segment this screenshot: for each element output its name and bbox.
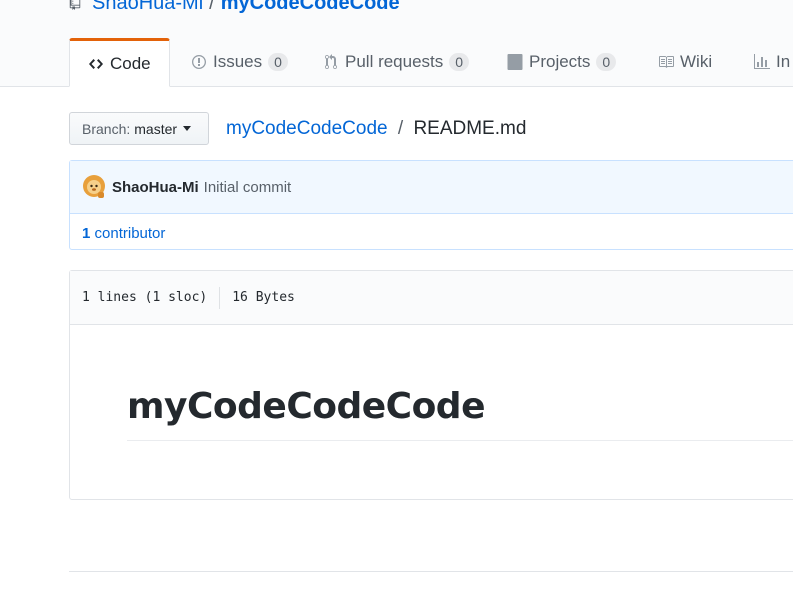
tab-insights-label: In [776,52,791,71]
tab-pull-requests-label: Pull requests [345,52,444,71]
avatar[interactable] [82,175,106,199]
file-size: 16 Bytes [232,290,295,305]
tab-pull-requests[interactable]: Pull requests 0 [323,38,483,86]
code-icon [89,58,103,69]
issue-opened-icon [192,55,206,69]
tab-insights[interactable]: In [754,38,793,86]
branch-value: master [134,120,178,137]
chevron-down-icon [183,126,192,131]
contributors-label: contributor [94,225,166,242]
breadcrumb-separator: / [397,118,404,139]
repo-icon [69,0,81,10]
repo-owner-link[interactable]: ShaoHua-Mi [92,0,203,15]
commit-message-link[interactable]: Initial commit [204,179,292,196]
readme-heading: myCodeCodeCode [127,384,793,441]
issues-counter: 0 [268,53,288,71]
commit-tease: ShaoHua-Mi Initial commit 1 contributor [69,160,793,250]
branch-label: Branch: [82,120,131,137]
branch-select-button[interactable]: Branch: master [69,112,209,145]
contributors-count: 1 [82,225,91,242]
tab-wiki[interactable]: Wiki [658,38,726,86]
pull-requests-counter: 0 [449,53,470,71]
tab-issues[interactable]: Issues 0 [191,38,302,86]
file-header: 1 lines (1 sloc) 16 Bytes [70,271,793,325]
file-line-count: 1 lines (1 sloc) [82,286,221,309]
repo-title-separator: / [209,0,215,14]
repo-header: ShaoHua-Mi / myCodeCodeCode Code Issues … [0,0,793,87]
tab-projects[interactable]: Projects 0 [507,38,630,86]
project-icon [507,54,523,70]
book-icon [659,56,674,68]
repo-name-link[interactable]: myCodeCodeCode [221,0,400,15]
tab-code-label: Code [110,53,151,73]
breadcrumb-repo-link[interactable]: myCodeCodeCode [226,118,388,139]
tab-code[interactable]: Code [69,38,170,87]
repo-title: ShaoHua-Mi / myCodeCodeCode [68,0,400,15]
projects-counter: 0 [596,53,617,71]
tab-issues-label: Issues [213,52,263,71]
footer-divider [69,571,793,572]
breadcrumb: myCodeCodeCode / README.md [226,117,526,141]
git-pull-request-icon [325,54,337,70]
commit-author-link[interactable]: ShaoHua-Mi [112,179,199,196]
commit-header: ShaoHua-Mi Initial commit [70,161,793,214]
tab-wiki-label: Wiki [680,52,713,71]
tab-projects-label: Projects [529,52,591,71]
file-viewer: 1 lines (1 sloc) 16 Bytes myCodeCodeCode [69,270,793,500]
breadcrumb-file-name: README.md [413,118,527,139]
contributors-link[interactable]: 1 contributor [82,225,165,242]
graph-icon [754,54,770,69]
